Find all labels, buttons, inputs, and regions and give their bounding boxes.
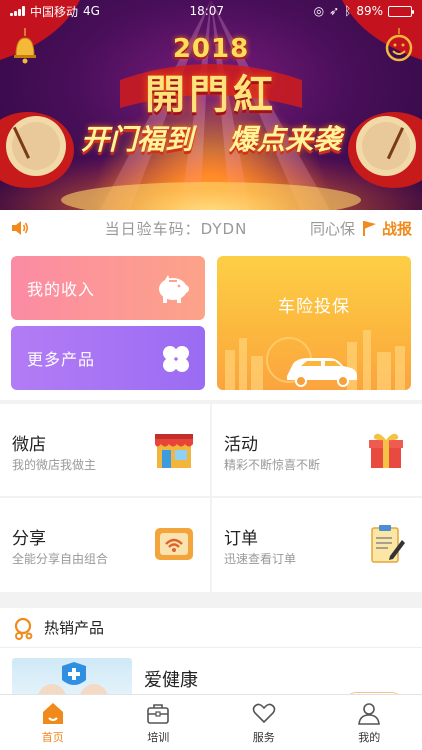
battle-report-link[interactable]: 战报 [361, 218, 412, 239]
tab-home[interactable]: 首页 [0, 695, 106, 750]
activity-entry[interactable]: 活动 精彩不断惊喜不断 [212, 404, 422, 496]
battle-report-label: 战报 [381, 219, 412, 238]
feature-cards: 我的收入 更多产品 车险投保 [0, 246, 422, 400]
notice-bar[interactable]: 当日验车码：DYDN 同心保 战报 [0, 210, 422, 246]
my-income-card[interactable]: 我的收入 [11, 256, 205, 320]
promo-banner[interactable]: 中国移动 4G 18:07 ◎ ➶ ᛒ 89% 2018 開門紅 开门福到 爆点… [0, 0, 422, 210]
battery-percent: 89% [356, 4, 383, 18]
heart-icon [252, 703, 276, 724]
order-entry[interactable]: 订单 迅速查看订单 [212, 498, 422, 590]
banner-year: 2018 [172, 34, 250, 64]
home-icon [42, 703, 63, 724]
banner-slogan-right: 爆点来袭 [229, 123, 342, 156]
city-car-illustration [225, 330, 405, 390]
micro-shop-entry[interactable]: 微店 我的微店我做主 [0, 404, 210, 496]
gift-icon [369, 433, 403, 468]
activity-title: 活动 [224, 435, 258, 455]
status-bar: 中国移动 4G 18:07 ◎ ➶ ᛒ 89% [0, 0, 422, 22]
tab-mine[interactable]: 我的 [317, 695, 422, 750]
shop-icon [155, 434, 193, 468]
bluetooth-icon: ᛒ [344, 4, 352, 18]
bottom-tab-bar: 首页 培训 服务 我的 [0, 694, 422, 750]
banner-slogan-left: 开门福到 [80, 123, 193, 156]
function-grid: 微店 我的微店我做主 活动 精彩不断惊喜不断 分享 全能分享自由组合 订单 迅速… [0, 404, 422, 592]
share-title: 分享 [12, 529, 46, 549]
flag-icon [362, 221, 376, 236]
car-insurance-label: 车险投保 [278, 297, 350, 317]
tab-home-label: 首页 [41, 731, 64, 744]
notice-tail-text: 同心保 [309, 219, 355, 238]
order-title: 订单 [224, 529, 258, 549]
share-subtitle: 全能分享自由组合 [12, 552, 109, 566]
clock: 18:07 [189, 4, 225, 18]
briefcase-icon [147, 704, 170, 724]
tab-service-label: 服务 [252, 731, 275, 744]
wifi-share-icon [155, 528, 193, 560]
signal-icon [10, 6, 25, 16]
bell-lantern-icon [14, 28, 36, 64]
battery-icon [388, 5, 414, 17]
banner-slogans: 开门福到 爆点来袭 [0, 118, 422, 158]
hot-products-section: 热销产品 爱健康 [0, 608, 422, 708]
person-icon [358, 703, 381, 725]
car-insurance-card[interactable]: 车险投保 [217, 256, 411, 390]
micro-shop-title: 微店 [12, 435, 46, 455]
tab-service[interactable]: 服务 [211, 695, 317, 750]
carrier-name: 中国移动 [30, 4, 79, 19]
micro-shop-subtitle: 我的微店我做主 [12, 458, 97, 472]
activity-subtitle: 精彩不断惊喜不断 [224, 458, 321, 472]
order-subtitle: 迅速查看订单 [224, 552, 297, 566]
product-name: 爱健康 [144, 670, 198, 691]
product-item[interactable]: 爱健康 [0, 648, 422, 708]
speaker-icon [12, 221, 29, 235]
smile-lantern-icon [385, 28, 413, 62]
tab-training[interactable]: 培训 [106, 695, 212, 750]
piggy-bank-icon [159, 275, 189, 303]
notice-text: 当日验车码：DYDN [104, 219, 248, 238]
lock-rotation-icon: ◎ [313, 4, 325, 18]
tab-training-label: 培训 [147, 731, 170, 744]
bubbles-icon [14, 617, 33, 640]
tab-mine-label: 我的 [358, 731, 381, 744]
app-screen: 中国移动 4G 18:07 ◎ ➶ ᛒ 89% 2018 開門紅 开门福到 爆点… [0, 0, 422, 750]
my-income-label: 我的收入 [27, 280, 96, 299]
location-icon: ➶ [329, 4, 340, 18]
clipboard-icon [371, 525, 405, 563]
more-products-label: 更多产品 [27, 350, 96, 369]
hot-products-title: 热销产品 [44, 619, 105, 637]
banner-title: 開門紅 [145, 71, 277, 118]
more-products-card[interactable]: 更多产品 [11, 326, 205, 390]
four-petal-icon [163, 346, 189, 372]
hot-products-header: 热销产品 [0, 608, 422, 648]
network-type: 4G [83, 4, 100, 18]
share-entry[interactable]: 分享 全能分享自由组合 [0, 498, 210, 590]
